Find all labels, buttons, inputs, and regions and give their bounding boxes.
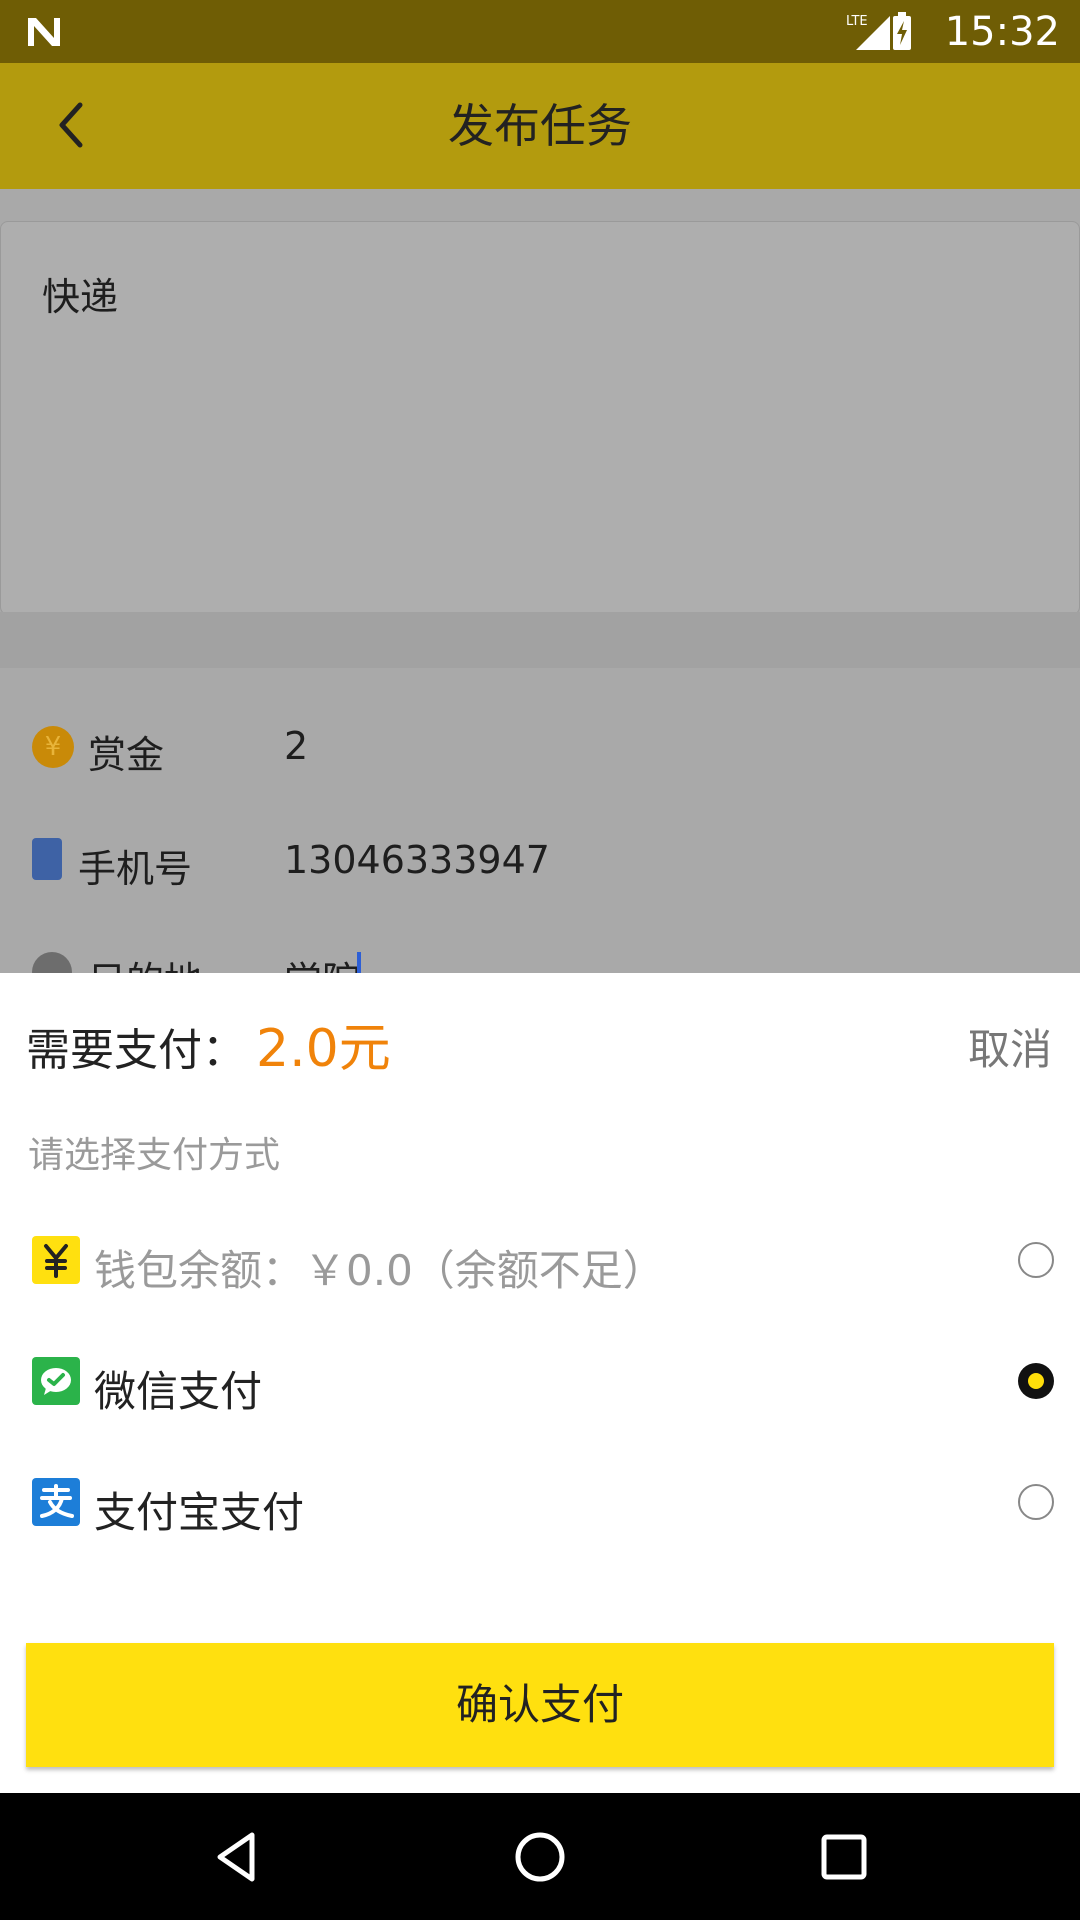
task-description-text: 快递 <box>42 275 119 319</box>
need-pay-label: 需要支付： <box>26 1025 246 1076</box>
battery-charging-icon <box>893 12 911 50</box>
wechat-option[interactable]: 微信支付 <box>0 1326 1080 1436</box>
navigation-bar <box>0 1793 1080 1920</box>
pay-amount: 2.0元 <box>256 1019 391 1079</box>
status-time: 15:32 <box>944 9 1060 55</box>
phone-icon <box>32 838 62 880</box>
nav-recents-icon[interactable] <box>820 1833 868 1881</box>
wallet-yuan-icon <box>32 1236 80 1284</box>
confirm-pay-button[interactable]: 确认支付 <box>26 1643 1054 1767</box>
coin-icon: ¥ <box>32 726 74 768</box>
nav-back-icon[interactable] <box>212 1831 260 1883</box>
wallet-radio[interactable] <box>1018 1242 1054 1278</box>
wallet-option-label: 钱包余额：￥0.0（余额不足） <box>94 1246 665 1295</box>
svg-text:LTE: LTE <box>846 14 868 29</box>
cancel-button[interactable]: 取消 <box>968 1016 1052 1077</box>
reward-input[interactable]: 2 <box>284 724 308 768</box>
alipay-option[interactable]: 支付宝支付 <box>0 1447 1080 1557</box>
nav-home-icon[interactable] <box>514 1831 566 1883</box>
status-bar <box>0 0 1080 63</box>
alipay-option-label: 支付宝支付 <box>94 1488 305 1537</box>
page-title: 发布任务 <box>448 99 632 153</box>
alipay-radio[interactable] <box>1018 1484 1054 1520</box>
task-description-field[interactable] <box>0 221 1080 615</box>
n-logo-icon <box>28 18 60 46</box>
phone-input[interactable]: 13046333947 <box>284 838 550 882</box>
choose-payment-hint: 请选择支付方式 <box>28 1135 281 1176</box>
signal-icon: LTE <box>846 14 890 50</box>
alipay-icon <box>32 1478 80 1526</box>
phone-label: 手机号 <box>78 847 193 891</box>
section-divider <box>0 612 1080 668</box>
wechat-option-label: 微信支付 <box>94 1367 263 1416</box>
wechat-icon <box>32 1357 80 1405</box>
wallet-option[interactable]: 钱包余额：￥0.0（余额不足） <box>0 1205 1080 1315</box>
wechat-radio[interactable] <box>1018 1363 1054 1399</box>
reward-label: 赏金 <box>88 733 165 777</box>
